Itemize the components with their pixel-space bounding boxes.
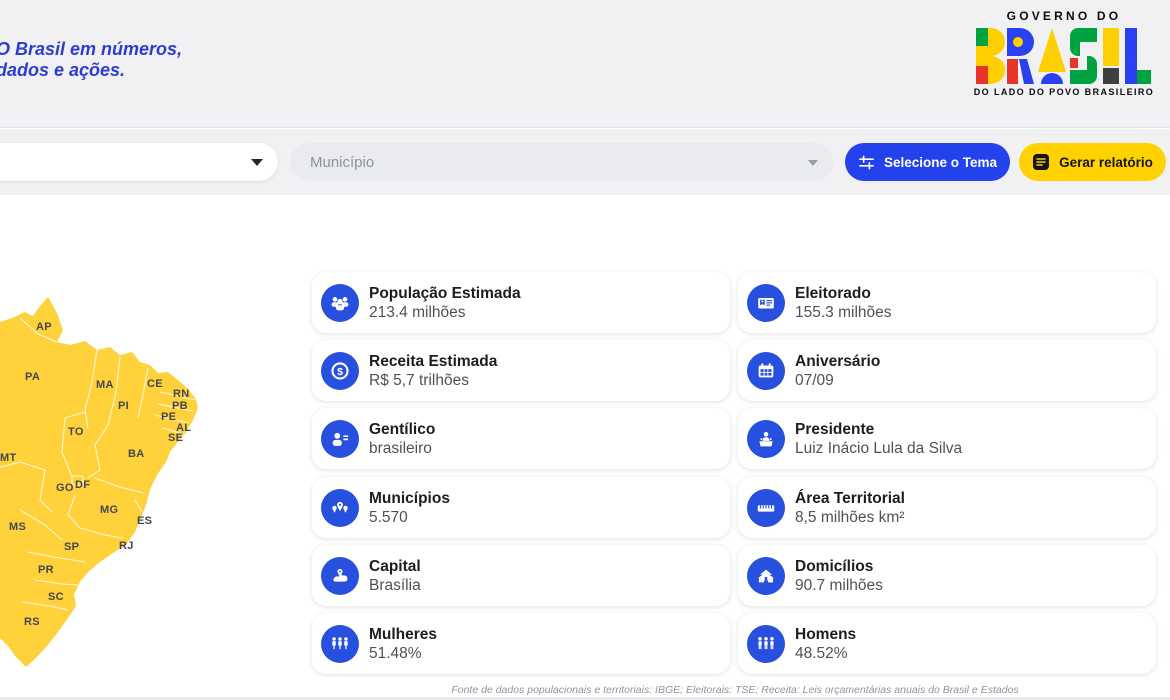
filter-bar: Município Selecione o Tema: [0, 129, 1170, 195]
state-label-es: ES: [137, 515, 152, 527]
state-label-pr: PR: [38, 564, 54, 576]
sliders-icon: [858, 154, 875, 171]
header: O Brasil em números, dados e ações. GOVE…: [0, 0, 1170, 128]
state-label-df: DF: [75, 479, 90, 491]
state-label-pa: PA: [25, 371, 40, 383]
svg-text:$: $: [337, 365, 343, 377]
site-tagline: O Brasil em números, dados e ações.: [0, 39, 182, 81]
card-title: Gentílico: [369, 420, 435, 439]
card-area-territorial: Área Territorial 8,5 milhões km²: [738, 477, 1156, 538]
card-homens: Homens 48.52%: [738, 613, 1156, 674]
women-icon: [321, 625, 359, 663]
card-title: Eleitorado: [795, 284, 892, 303]
card-title: Homens: [795, 625, 856, 644]
card-value: 5.570: [369, 508, 450, 527]
generate-report-button[interactable]: Gerar relatório: [1019, 143, 1166, 181]
state-label-sc: SC: [48, 591, 64, 603]
state-label-pi: PI: [118, 400, 129, 412]
card-title: População Estimada: [369, 284, 521, 303]
map-pin-icon: [321, 557, 359, 595]
card-title: Capital: [369, 557, 421, 576]
card-value: 8,5 milhões km²: [795, 508, 905, 527]
dollar-icon: $: [321, 352, 359, 390]
card-title: Área Territorial: [795, 489, 905, 508]
state-select[interactable]: [0, 143, 278, 181]
card-title: Mulheres: [369, 625, 437, 644]
person-lines-icon: [321, 420, 359, 458]
president-podium-icon: [747, 420, 785, 458]
state-label-mg: MG: [100, 504, 118, 516]
state-label-se: SE: [168, 432, 183, 444]
logo-top-text: GOVERNO DO: [968, 9, 1160, 23]
tagline-line2: dados e ações.: [0, 60, 182, 81]
chevron-down-icon: [251, 159, 263, 166]
state-label-go: GO: [56, 482, 74, 494]
card-value: 07/09: [795, 371, 880, 390]
data-source-note: Fonte de dados populacionais e territori…: [312, 684, 1158, 696]
state-label-rn: RN: [173, 388, 190, 400]
state-label-rj: RJ: [119, 540, 134, 552]
select-theme-button[interactable]: Selecione o Tema: [845, 143, 1010, 181]
state-label-pe: PE: [161, 411, 176, 423]
calendar-icon: [747, 352, 785, 390]
card-title: Municípios: [369, 489, 450, 508]
municipality-select[interactable]: Município: [290, 143, 833, 181]
brazil-map[interactable]: AP PA MA CE RN PB PI PE AL SE TO MT BA G…: [0, 290, 215, 680]
logo-bottom-text: DO LADO DO POVO BRASILEIRO: [968, 87, 1160, 97]
card-title: Presidente: [795, 420, 962, 439]
card-value: Luiz Inácio Lula da Silva: [795, 439, 962, 458]
state-label-ce: CE: [147, 378, 163, 390]
card-gentilico: Gentílico brasileiro: [312, 408, 730, 469]
card-capital: Capital Brasília: [312, 545, 730, 606]
card-presidente: Presidente Luiz Inácio Lula da Silva: [738, 408, 1156, 469]
tagline-line1: O Brasil em números,: [0, 39, 182, 60]
state-label-ba: BA: [128, 448, 145, 460]
card-title: Aniversário: [795, 352, 880, 371]
card-value: 90.7 milhões: [795, 576, 883, 595]
card-value: 51.48%: [369, 644, 437, 663]
card-title: Domicílios: [795, 557, 883, 576]
card-domicilios: Domicílios 90.7 milhões: [738, 545, 1156, 606]
card-value: brasileiro: [369, 439, 435, 458]
card-eleitorado: Eleitorado 155.3 milhões: [738, 272, 1156, 333]
select-theme-label: Selecione o Tema: [884, 155, 997, 170]
voter-id-icon: [747, 284, 785, 322]
main-content: AP PA MA CE RN PB PI PE AL SE TO MT BA G…: [0, 195, 1170, 700]
map-pins-icon: [321, 489, 359, 527]
state-label-ap: AP: [36, 321, 52, 333]
governo-do-brasil-logo: GOVERNO DO: [968, 9, 1160, 97]
chevron-down-icon: [808, 160, 818, 166]
card-value: 155.3 milhões: [795, 303, 892, 322]
card-mulheres: Mulheres 51.48%: [312, 613, 730, 674]
card-municipios: Municípios 5.570: [312, 477, 730, 538]
people-group-icon: [321, 284, 359, 322]
card-populacao-estimada: População Estimada 213.4 milhões: [312, 272, 730, 333]
municipality-placeholder: Município: [310, 154, 374, 171]
state-label-sp: SP: [64, 541, 79, 553]
card-value: R$ 5,7 trilhões: [369, 371, 497, 390]
houses-icon: [747, 557, 785, 595]
brasil-em-numeros-page: O Brasil em números, dados e ações. GOVE…: [0, 0, 1170, 700]
document-icon: [1032, 153, 1050, 171]
men-icon: [747, 625, 785, 663]
card-value: 48.52%: [795, 644, 856, 663]
card-aniversario: Aniversário 07/09: [738, 340, 1156, 401]
ruler-icon: [747, 489, 785, 527]
state-label-ma: MA: [96, 379, 114, 391]
brasil-logo-icon: [976, 28, 1152, 84]
card-title: Receita Estimada: [369, 352, 497, 371]
card-receita-estimada: $ Receita Estimada R$ 5,7 trilhões: [312, 340, 730, 401]
state-label-ms: MS: [9, 521, 26, 533]
state-label-rs: RS: [24, 616, 40, 628]
card-value: 213.4 milhões: [369, 303, 521, 322]
state-label-to: TO: [68, 426, 84, 438]
state-label-mt: MT: [0, 452, 16, 464]
generate-report-label: Gerar relatório: [1059, 155, 1153, 170]
card-value: Brasília: [369, 576, 421, 595]
